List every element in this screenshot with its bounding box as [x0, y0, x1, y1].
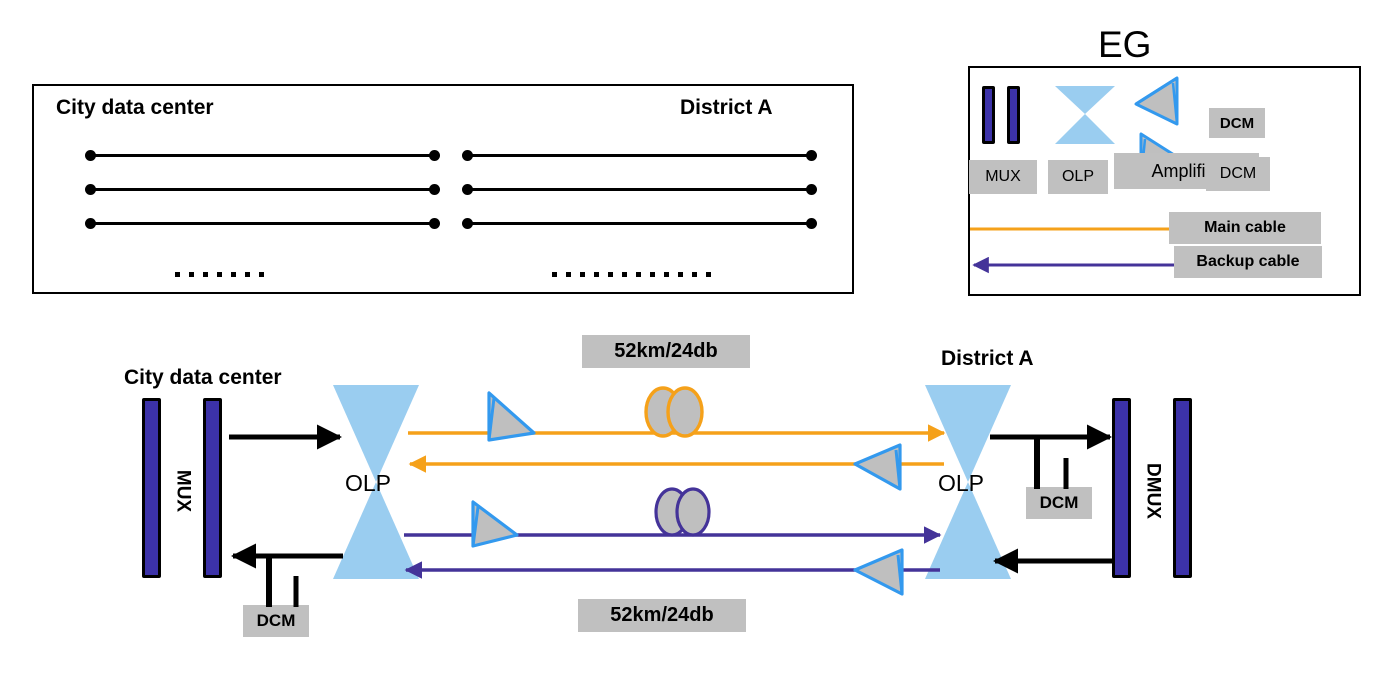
fiber-spool-backup-icon — [654, 487, 711, 537]
ellipsis-dot — [245, 272, 250, 277]
ellipsis-dot — [175, 272, 180, 277]
ellipsis-dot — [636, 272, 641, 277]
ellipsis-dot — [580, 272, 585, 277]
ellipsis-dot — [231, 272, 236, 277]
right-olp-label: OLP — [938, 470, 985, 496]
ellipsis-dot — [217, 272, 222, 277]
left-dcm-box: DCM — [243, 605, 309, 637]
topology-right-ellipsis — [552, 272, 711, 277]
link-endpoint-dot — [806, 150, 817, 161]
legend-label-backup-cable: Backup cable — [1174, 246, 1322, 278]
right-dcm-box: DCM — [1026, 487, 1092, 519]
legend-label-dcm: DCM — [1206, 157, 1270, 191]
legend-label-main-cable: Main cable — [1169, 212, 1321, 244]
amplifier-backup-forward-icon — [471, 500, 519, 548]
ellipsis-dot — [552, 272, 557, 277]
ellipsis-dot — [203, 272, 208, 277]
amplifier-main-return-icon — [853, 443, 902, 491]
mux-bar — [982, 86, 995, 144]
legend-label-mux: MUX — [969, 160, 1037, 194]
topology-left-title: City data center — [56, 96, 214, 119]
ellipsis-dot — [566, 272, 571, 277]
topology-left-ellipsis — [175, 272, 264, 277]
link-line — [467, 222, 812, 225]
link-endpoint-dot — [429, 150, 440, 161]
legend-label-olp: OLP — [1048, 160, 1108, 194]
left-mux-label: MUX — [172, 469, 194, 513]
right-dcm-connector-legs — [1034, 437, 1069, 489]
mux-bar — [1173, 398, 1192, 578]
right-dmux-label: DMUX — [1142, 463, 1164, 519]
fiber-spool-main-icon — [644, 386, 704, 438]
span-label-top: 52km/24db — [582, 335, 750, 368]
span-label-bottom: 52km/24db — [578, 599, 746, 632]
ellipsis-dot — [259, 272, 264, 277]
diagram-right-site-title: District A — [941, 347, 1034, 370]
amplifier-backup-return-icon — [853, 548, 904, 596]
ellipsis-dot — [650, 272, 655, 277]
left-dcm-connector-legs — [266, 556, 299, 607]
mux-bar — [1112, 398, 1131, 578]
link-endpoint-dot — [806, 218, 817, 229]
link-line — [467, 188, 812, 191]
dcm-box-icon: DCM — [1209, 108, 1265, 138]
mux-bar — [142, 398, 161, 578]
link-line — [90, 154, 435, 157]
left-olp-label: OLP — [345, 470, 392, 496]
link-line — [90, 188, 435, 191]
ellipsis-dot — [608, 272, 613, 277]
link-line — [467, 154, 812, 157]
ellipsis-dot — [664, 272, 669, 277]
link-endpoint-dot — [429, 184, 440, 195]
link-endpoint-dot — [429, 218, 440, 229]
amplifier-main-forward-icon — [487, 391, 536, 442]
ellipsis-dot — [678, 272, 683, 277]
link-line — [90, 222, 435, 225]
legend-title: EG — [1098, 24, 1152, 65]
ellipsis-dot — [622, 272, 627, 277]
mux-bar — [203, 398, 222, 578]
link-endpoint-dot — [806, 184, 817, 195]
ellipsis-dot — [189, 272, 194, 277]
topology-right-title: District A — [680, 96, 773, 119]
mux-bar — [1007, 86, 1020, 144]
ellipsis-dot — [594, 272, 599, 277]
ellipsis-dot — [706, 272, 711, 277]
ellipsis-dot — [692, 272, 697, 277]
diagram-left-site-title: City data center — [124, 366, 282, 389]
